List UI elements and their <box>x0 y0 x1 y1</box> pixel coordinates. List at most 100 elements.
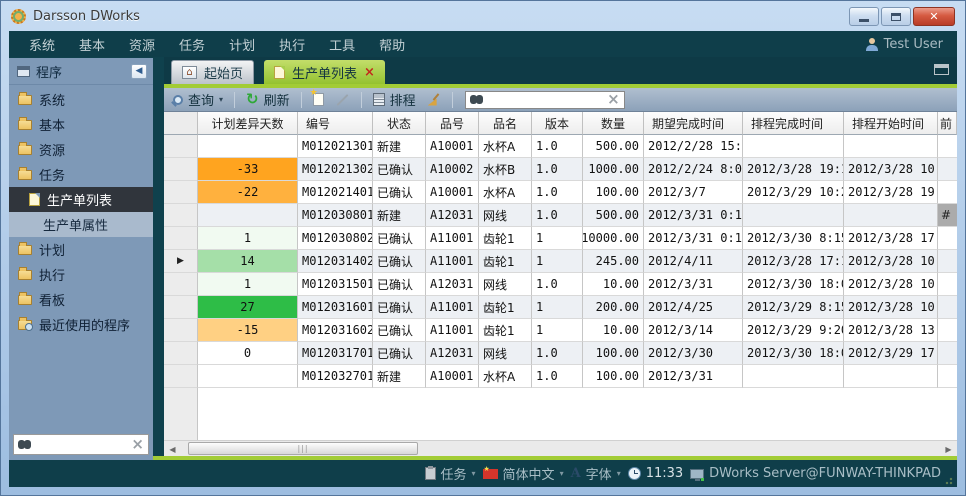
refresh-icon: ↻ <box>246 92 259 107</box>
sidebar-item-2[interactable]: 基本 <box>9 112 153 137</box>
clean-button[interactable] <box>424 93 444 107</box>
task-menu-button[interactable]: 任务 ▾ <box>425 464 476 483</box>
tab-start-page[interactable]: ⌂ 起始页 <box>171 60 254 84</box>
menu-item-2[interactable]: 基本 <box>67 35 117 54</box>
cell-se: 2012/3/29 9:20 <box>743 319 844 342</box>
sidebar-item-6[interactable]: 生产单属性 <box>9 212 153 237</box>
sidebar-search-box: × <box>13 434 149 455</box>
column-header-8[interactable]: 期望完成时间 <box>644 112 743 135</box>
sidebar-item-3[interactable]: 资源 <box>9 137 153 162</box>
edit-button[interactable] <box>332 99 353 101</box>
row-selector-cell[interactable]: ▶ <box>164 250 198 273</box>
row-selector-cell[interactable] <box>164 319 198 342</box>
cell-ss: 2012/3/28 10:52 <box>844 158 938 181</box>
menu-item-1[interactable]: 系统 <box>17 35 67 54</box>
tab-close-icon[interactable]: × <box>364 66 375 79</box>
column-header-1[interactable]: 计划差异天数 <box>198 112 298 135</box>
menu-item-6[interactable]: 执行 <box>267 35 317 54</box>
row-selector-cell[interactable] <box>164 296 198 319</box>
refresh-button[interactable]: ↻ 刷新 <box>243 90 293 109</box>
user-button[interactable]: Test User <box>866 37 949 52</box>
application-window: Darsson DWorks ✕ 系统基本资源任务计划执行工具帮助 Test U… <box>0 0 966 496</box>
menu-item-8[interactable]: 帮助 <box>367 35 417 54</box>
font-menu-button[interactable]: A 字体 ▾ <box>571 464 621 483</box>
scroll-left-icon[interactable]: ◀ <box>164 442 181 456</box>
scroll-right-icon[interactable]: ▶ <box>940 442 957 456</box>
sidebar-search-clear-icon[interactable]: × <box>131 437 144 452</box>
row-selector-cell[interactable] <box>164 135 198 158</box>
cell-ss <box>844 365 938 388</box>
row-selector-cell[interactable] <box>164 181 198 204</box>
search-icon <box>18 440 31 449</box>
row-selector-cell[interactable] <box>164 204 198 227</box>
query-dropdown-icon[interactable]: ▾ <box>219 95 223 104</box>
cell-st: 已确认 <box>373 296 426 319</box>
scrollbar-thumb[interactable]: ||| <box>188 442 418 455</box>
language-menu-button[interactable]: 简体中文 ▾ <box>483 464 564 483</box>
sidebar-item-8[interactable]: 执行 <box>9 262 153 287</box>
document-icon <box>274 66 285 79</box>
maximize-icon <box>891 13 901 21</box>
sidebar-item-7[interactable]: 计划 <box>9 237 153 262</box>
maximize-button[interactable] <box>881 7 911 26</box>
menu-item-5[interactable]: 计划 <box>217 35 267 54</box>
column-header-9[interactable]: 排程完成时间 <box>743 112 844 135</box>
cell-pn: A11001 <box>426 319 479 342</box>
row-selector-header[interactable] <box>164 112 198 135</box>
column-header-7[interactable]: 数量 <box>583 112 644 135</box>
table-row[interactable]: -22M012021401已确认A10001水杯A1.0100.002012/3… <box>164 181 957 204</box>
font-dropdown-icon: ▾ <box>617 469 621 478</box>
table-row[interactable]: M012032701新建A10001水杯A1.0100.002012/3/31 <box>164 365 957 388</box>
clipboard-icon <box>425 467 436 480</box>
tab-list-window-icon[interactable] <box>934 64 949 75</box>
table-row[interactable]: M012030801新建A12031网线1.0500.002012/3/31 0… <box>164 204 957 227</box>
toolbar-search-input[interactable] <box>487 92 603 108</box>
cell-q: 100.00 <box>583 365 644 388</box>
cell-v: 1 <box>532 227 583 250</box>
sidebar-item-5[interactable]: 生产单列表 <box>9 187 153 212</box>
table-row[interactable]: 27M012031601已确认A11001齿轮11200.002012/4/25… <box>164 296 957 319</box>
cell-ss: 2012/3/28 10:52 <box>844 296 938 319</box>
menu-item-7[interactable]: 工具 <box>317 35 367 54</box>
menu-item-4[interactable]: 任务 <box>167 35 217 54</box>
sidebar-collapse-button[interactable]: ◀ <box>131 64 147 79</box>
table-row[interactable]: -33M012021302已确认A10002水杯B1.01000.002012/… <box>164 158 957 181</box>
table-row[interactable]: -15M012031602已确认A11001齿轮1110.002012/3/14… <box>164 319 957 342</box>
cell-st: 已确认 <box>373 319 426 342</box>
toolbar-search-clear-icon[interactable]: × <box>607 92 620 107</box>
column-header-6[interactable]: 版本 <box>532 112 583 135</box>
sidebar-item-9[interactable]: 看板 <box>9 287 153 312</box>
row-selector-cell[interactable] <box>164 273 198 296</box>
row-selector-cell[interactable] <box>164 365 198 388</box>
column-header-5[interactable]: 品名 <box>479 112 532 135</box>
table-row[interactable]: 1M012031501已确认A12031网线1.010.002012/3/312… <box>164 273 957 296</box>
sidebar-search-input[interactable] <box>35 437 127 453</box>
sidebar-item-4[interactable]: 任务 <box>9 162 153 187</box>
table-row[interactable]: ▶14M012031402已确认A11001齿轮11245.002012/4/1… <box>164 250 957 273</box>
data-grid: 计划差异天数编号状态品号品名版本数量期望完成时间排程完成时间排程开始时间前 M0… <box>164 112 957 456</box>
row-selector-cell[interactable] <box>164 342 198 365</box>
minimize-button[interactable] <box>849 7 879 26</box>
row-selector-cell[interactable] <box>164 227 198 250</box>
table-row[interactable]: 0M012031701已确认A12031网线1.0100.002012/3/30… <box>164 342 957 365</box>
column-header-2[interactable]: 编号 <box>298 112 373 135</box>
sidebar-item-10[interactable]: 最近使用的程序 <box>9 312 153 337</box>
table-row[interactable]: 1M012030802已确认A11001齿轮1110000.002012/3/3… <box>164 227 957 250</box>
close-button[interactable]: ✕ <box>913 7 955 26</box>
column-header-clipped[interactable]: 前 <box>938 112 957 135</box>
resize-grip[interactable] <box>945 475 955 485</box>
column-header-3[interactable]: 状态 <box>373 112 426 135</box>
tab-production-order-list[interactable]: 生产单列表 × <box>264 60 385 84</box>
column-header-4[interactable]: 品号 <box>426 112 479 135</box>
sidebar-items: 系统基本资源任务生产单列表生产单属性计划执行看板最近使用的程序 <box>9 85 153 337</box>
table-row[interactable]: M012021301新建A10001水杯A1.0500.002012/2/28 … <box>164 135 957 158</box>
search-icon <box>470 95 483 104</box>
row-selector-cell[interactable] <box>164 158 198 181</box>
schedule-button[interactable]: 排程 <box>370 90 419 109</box>
menu-item-3[interactable]: 资源 <box>117 35 167 54</box>
horizontal-scrollbar[interactable]: ◀ ||| ▶ <box>164 440 957 456</box>
new-button[interactable] <box>310 93 327 106</box>
query-button[interactable]: 查询 ▾ <box>170 90 226 109</box>
sidebar-item-1[interactable]: 系统 <box>9 87 153 112</box>
column-header-10[interactable]: 排程开始时间 <box>844 112 938 135</box>
